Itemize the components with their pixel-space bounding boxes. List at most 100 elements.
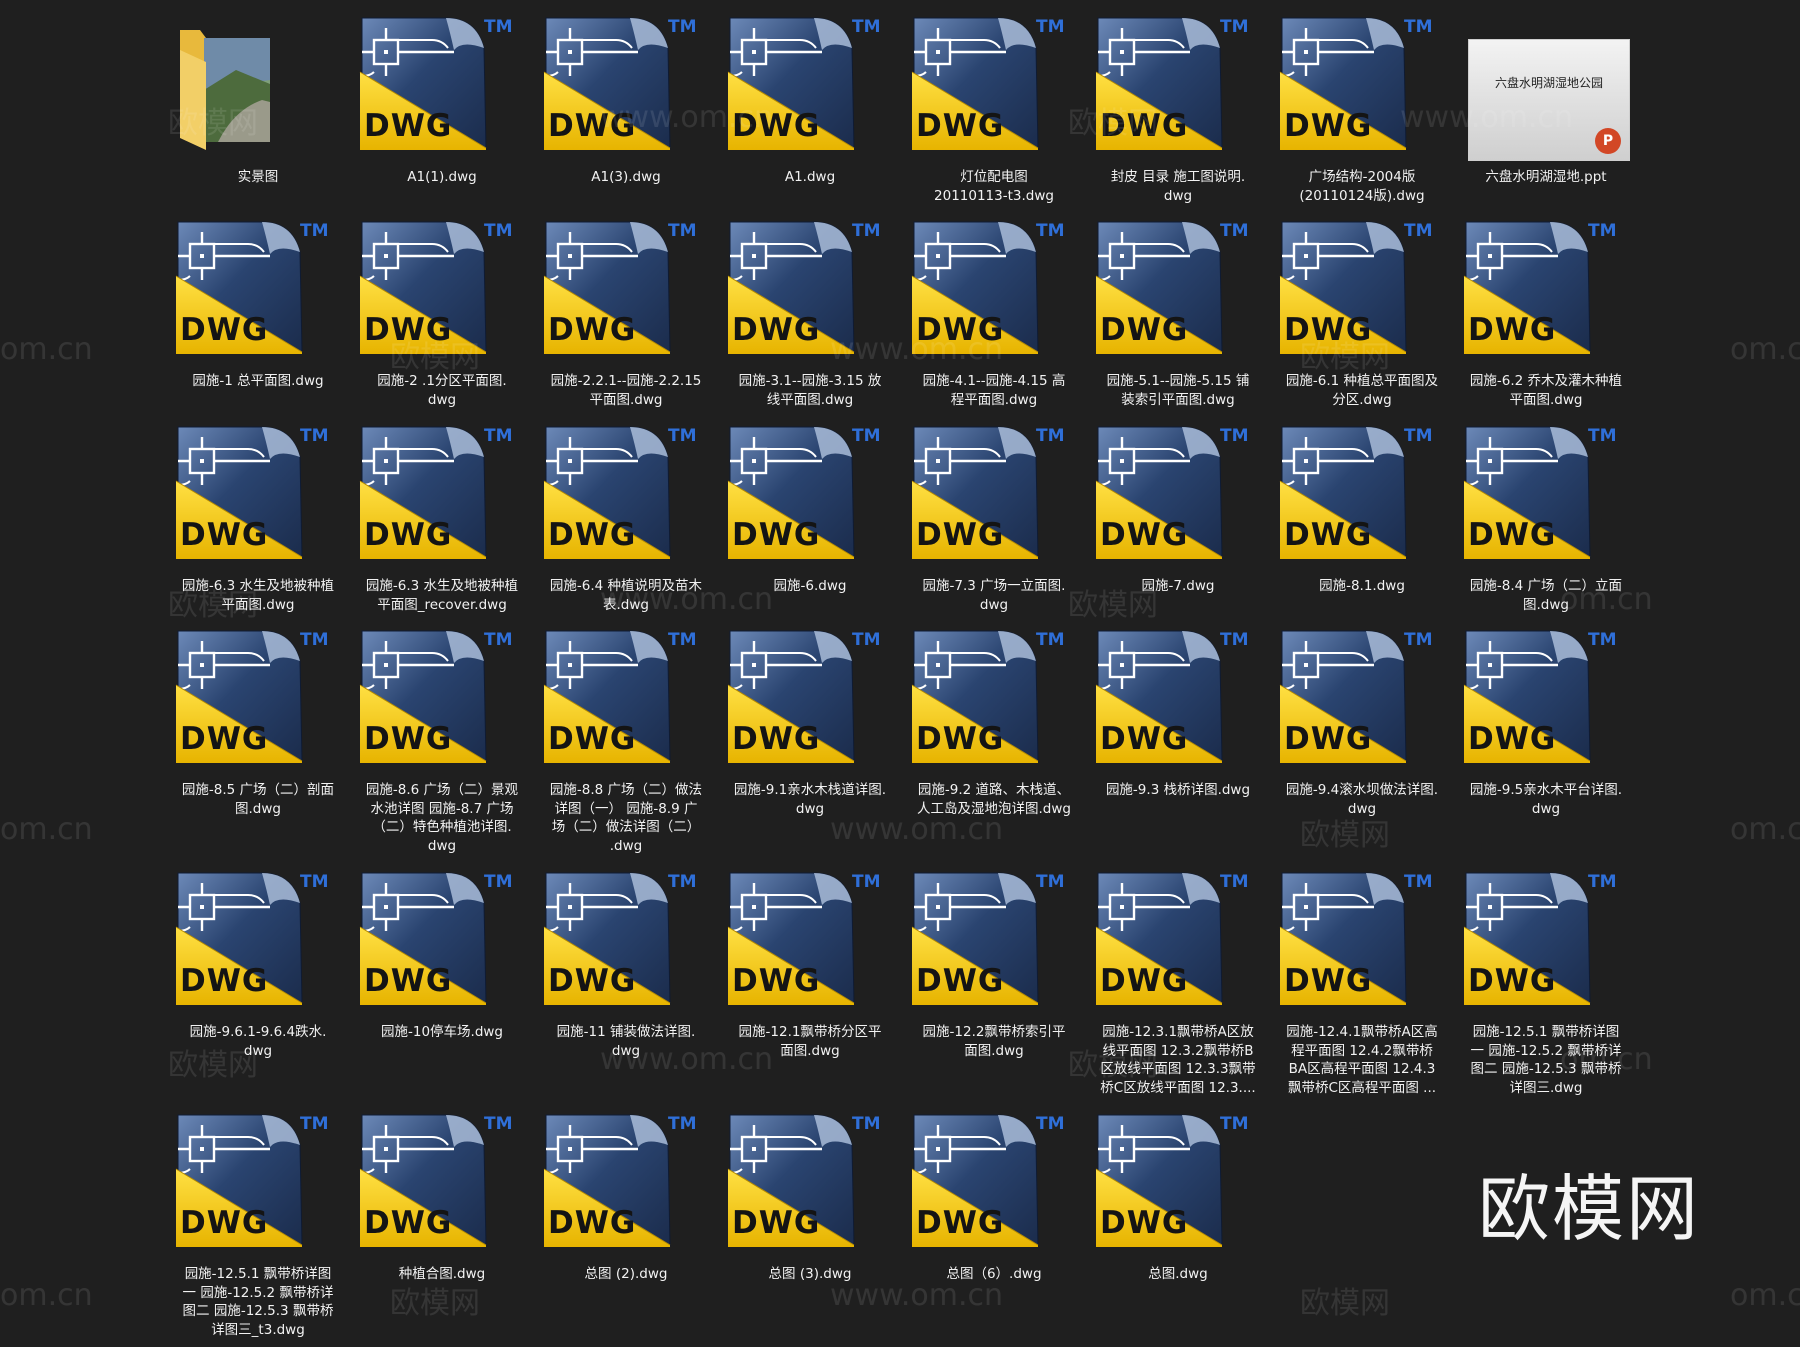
file-name: 园施-5.1--园施-5.15 铺 装索引平面图.dwg <box>1106 373 1250 408</box>
dwg-file-icon: DWG TM <box>727 1114 881 1247</box>
svg-text:TM: TM <box>1036 17 1065 37</box>
dwg-file-item[interactable]: DWG TM 园施-9.3 栈桥详图.dwg <box>1086 623 1270 800</box>
dwg-file-item[interactable]: DWG TM 园施-9.5亲水木平台详图. dwg <box>1454 623 1638 818</box>
svg-text:DWG: DWG <box>1284 721 1372 757</box>
dwg-thumbnail: DWG TM <box>350 623 534 783</box>
dwg-file-item[interactable]: DWG TM 园施-8.5 广场（二）剖面 图.dwg <box>166 623 350 818</box>
svg-text:DWG: DWG <box>916 963 1004 999</box>
dwg-file-item[interactable]: DWG TM 园施-6.3 水生及地被种植 平面图_recover.dwg <box>350 419 534 614</box>
dwg-file-item[interactable]: DWG TM 园施-6.3 水生及地被种植 平面图.dwg <box>166 419 350 614</box>
dwg-file-item[interactable]: DWG TM 园施-8.4 广场（二）立面 图.dwg <box>1454 419 1638 614</box>
dwg-file-item[interactable]: DWG TM 园施-2.2.1--园施-2.2.15 平面图.dwg <box>534 214 718 409</box>
svg-text:DWG: DWG <box>1100 721 1188 757</box>
dwg-file-icon: DWG TM <box>1095 630 1249 763</box>
dwg-file-item[interactable]: DWG TM 灯位配电图 20110113-t3.dwg <box>902 10 1086 205</box>
dwg-file-item[interactable]: DWG TM 园施-12.5.1 飘带桥详图 一 园施-12.5.2 飘带桥详 图二… <box>166 1107 350 1339</box>
dwg-file-item[interactable]: DWG TM 园施-8.8 广场（二）做法 详图（一） 园施-8.9 广 场（二）做… <box>534 623 718 855</box>
svg-text:DWG: DWG <box>364 517 452 553</box>
dwg-file-item[interactable]: DWG TM 园施-6.2 乔木及灌木种植 平面图.dwg <box>1454 214 1638 409</box>
powerpoint-icon: P <box>1595 128 1621 154</box>
dwg-file-icon: DWG TM <box>1463 426 1617 559</box>
file-name: 园施-3.1--园施-3.15 放 线平面图.dwg <box>738 373 882 408</box>
svg-text:TM: TM <box>1036 1114 1065 1134</box>
file-name: 园施-8.6 广场（二）景观 水池详图 园施-8.7 广场 （二）特色种植池详图… <box>365 782 519 854</box>
file-name: 园施-12.3.1飘带桥A区放 线平面图 12.3.2飘带桥B 区放线平面图 1… <box>1100 1024 1256 1096</box>
dwg-file-item[interactable]: DWG TM A1(3).dwg <box>534 10 718 187</box>
file-name: 园施-9.6.1-9.6.4跌水. dwg <box>189 1024 327 1059</box>
dwg-file-item[interactable]: DWG TM 封皮 目录 施工图说明. dwg <box>1086 10 1270 205</box>
svg-text:DWG: DWG <box>180 1205 268 1241</box>
dwg-file-item[interactable]: DWG TM 园施-12.3.1飘带桥A区放 线平面图 12.3.2飘带桥B 区放线… <box>1086 865 1270 1097</box>
dwg-file-item[interactable]: DWG TM 园施-6.4 种植说明及苗木 表.dwg <box>534 419 718 614</box>
dwg-file-item[interactable]: DWG TM 总图 (2).dwg <box>534 1107 718 1284</box>
dwg-file-item[interactable]: DWG TM 园施-9.4滚水坝做法详图. dwg <box>1270 623 1454 818</box>
dwg-file-item[interactable]: DWG TM 园施-3.1--园施-3.15 放 线平面图.dwg <box>718 214 902 409</box>
svg-text:TM: TM <box>668 426 697 446</box>
dwg-file-icon: DWG TM <box>175 1114 329 1247</box>
dwg-file-item[interactable]: DWG TM 园施-12.4.1飘带桥A区高 程平面图 12.4.2飘带桥 BA区高… <box>1270 865 1454 1097</box>
dwg-file-item[interactable]: DWG TM 园施-5.1--园施-5.15 铺 装索引平面图.dwg <box>1086 214 1270 409</box>
dwg-file-item[interactable]: DWG TM A1.dwg <box>718 10 902 187</box>
dwg-thumbnail: DWG TM <box>902 214 1086 374</box>
dwg-file-icon: DWG TM <box>359 630 513 763</box>
svg-text:DWG: DWG <box>180 312 268 348</box>
dwg-file-item[interactable]: DWG TM 园施-1 总平面图.dwg <box>166 214 350 391</box>
svg-text:DWG: DWG <box>1100 108 1188 144</box>
dwg-file-item[interactable]: DWG TM 总图.dwg <box>1086 1107 1270 1284</box>
dwg-file-item[interactable]: DWG TM 园施-4.1--园施-4.15 高 程平面图.dwg <box>902 214 1086 409</box>
dwg-file-item[interactable]: DWG TM 园施-6.dwg <box>718 419 902 596</box>
svg-text:DWG: DWG <box>1284 108 1372 144</box>
svg-text:TM: TM <box>1036 630 1065 650</box>
dwg-file-item[interactable]: DWG TM 广场结构-2004版 (20110124版).dwg <box>1270 10 1454 205</box>
dwg-file-item[interactable]: DWG TM 园施-10停车场.dwg <box>350 865 534 1042</box>
dwg-file-item[interactable]: DWG TM 园施-2 .1分区平面图. dwg <box>350 214 534 409</box>
dwg-thumbnail: DWG TM <box>1454 214 1638 374</box>
dwg-file-item[interactable]: DWG TM 园施-11 铺装做法详图. dwg <box>534 865 718 1060</box>
folder-item[interactable]: 实景图 <box>166 10 350 187</box>
dwg-file-icon: DWG TM <box>911 426 1065 559</box>
dwg-file-item[interactable]: DWG TM 园施-7.dwg <box>1086 419 1270 596</box>
ppt-file-item[interactable]: 六盘水明湖湿地公园 P 六盘水明湖湿地.ppt <box>1454 10 1638 187</box>
dwg-file-icon: DWG TM <box>1463 630 1617 763</box>
dwg-file-item[interactable]: DWG TM 园施-9.2 道路、木栈道、 人工岛及湿地泡详图.dwg <box>902 623 1086 818</box>
svg-text:TM: TM <box>1220 426 1249 446</box>
dwg-file-icon: DWG TM <box>359 17 513 150</box>
dwg-file-item[interactable]: DWG TM 总图 (3).dwg <box>718 1107 902 1284</box>
dwg-file-icon: DWG TM <box>727 221 881 354</box>
ppt-thumbnail: 六盘水明湖湿地公园 P <box>1454 10 1638 170</box>
dwg-thumbnail: DWG TM <box>350 1107 534 1267</box>
dwg-thumbnail: DWG TM <box>534 214 718 374</box>
file-name: 园施-10停车场.dwg <box>380 1024 504 1040</box>
file-name: 灯位配电图 20110113-t3.dwg <box>934 169 1054 204</box>
file-name: 园施-6.4 种植说明及苗木 表.dwg <box>549 578 703 613</box>
dwg-file-item[interactable]: DWG TM 园施-9.6.1-9.6.4跌水. dwg <box>166 865 350 1060</box>
svg-text:DWG: DWG <box>916 721 1004 757</box>
file-name: A1(1).dwg <box>407 169 477 185</box>
svg-text:TM: TM <box>300 630 329 650</box>
dwg-file-item[interactable]: DWG TM 园施-6.1 种植总平面图及 分区.dwg <box>1270 214 1454 409</box>
svg-text:TM: TM <box>484 426 513 446</box>
svg-text:DWG: DWG <box>732 721 820 757</box>
dwg-file-item[interactable]: DWG TM 总图（6）.dwg <box>902 1107 1086 1284</box>
file-name: 园施-2 .1分区平面图. dwg <box>377 373 507 408</box>
file-name: 园施-12.4.1飘带桥A区高 程平面图 12.4.2飘带桥 BA区高程平面图 … <box>1286 1024 1438 1096</box>
dwg-file-item[interactable]: DWG TM 种植合图.dwg <box>350 1107 534 1284</box>
dwg-file-item[interactable]: DWG TM 园施-12.5.1 飘带桥详图 一 园施-12.5.2 飘带桥详 图二… <box>1454 865 1638 1097</box>
dwg-file-icon: DWG TM <box>359 872 513 1005</box>
dwg-file-item[interactable]: DWG TM 园施-7.3 广场一立面图. dwg <box>902 419 1086 614</box>
svg-text:TM: TM <box>668 630 697 650</box>
file-name: 园施-7.dwg <box>1141 578 1215 594</box>
dwg-file-item[interactable]: DWG TM 园施-9.1亲水木栈道详图. dwg <box>718 623 902 818</box>
dwg-file-item[interactable]: DWG TM 园施-12.2飘带桥索引平 面图.dwg <box>902 865 1086 1060</box>
svg-text:TM: TM <box>484 630 513 650</box>
dwg-file-item[interactable]: DWG TM A1(1).dwg <box>350 10 534 187</box>
svg-text:TM: TM <box>852 17 881 37</box>
file-name: 园施-8.5 广场（二）剖面 图.dwg <box>181 782 335 817</box>
dwg-file-item[interactable]: DWG TM 园施-8.1.dwg <box>1270 419 1454 596</box>
svg-text:TM: TM <box>1404 426 1433 446</box>
svg-text:DWG: DWG <box>180 963 268 999</box>
dwg-file-item[interactable]: DWG TM 园施-8.6 广场（二）景观 水池详图 园施-8.7 广场 （二）特色… <box>350 623 534 855</box>
svg-text:TM: TM <box>1220 630 1249 650</box>
dwg-file-icon: DWG TM <box>1279 221 1433 354</box>
dwg-file-item[interactable]: DWG TM 园施-12.1飘带桥分区平 面图.dwg <box>718 865 902 1060</box>
